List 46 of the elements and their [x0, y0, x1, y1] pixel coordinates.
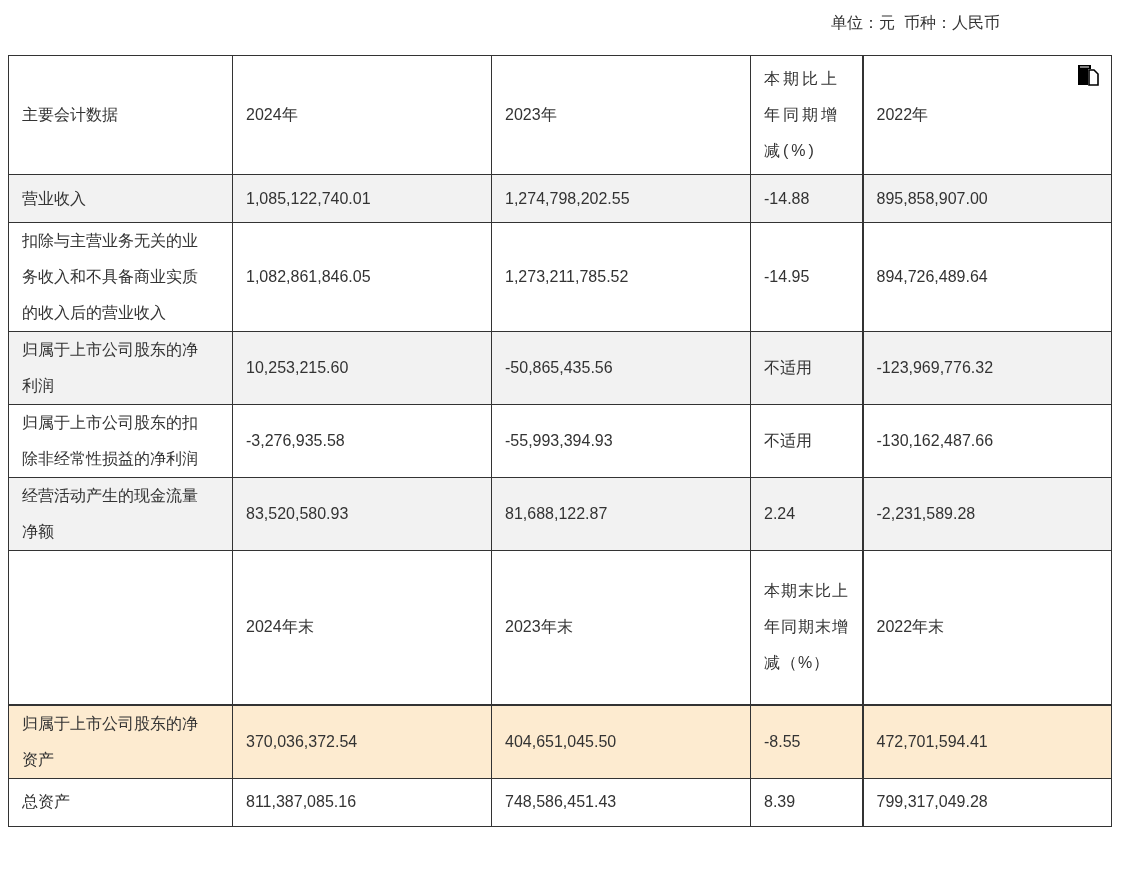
- table-cell: 1,082,861,846.05: [246, 268, 371, 285]
- table-cell: 10,253,215.60: [246, 359, 349, 376]
- column-header: 2022年: [876, 106, 929, 123]
- row-label: 归属于上市公司股东的扣除非经常性损益的净利润: [22, 414, 198, 467]
- column-header: 2024年: [246, 106, 298, 123]
- table-cell: 472,701,594.41: [876, 732, 988, 750]
- column-header: 2023年: [505, 106, 557, 123]
- table-cell: 81,688,122.87: [505, 505, 608, 522]
- row-label: 归属于上市公司股东的净利润: [22, 341, 198, 394]
- table-cell: 811,387,085.16: [246, 793, 357, 810]
- table-cell: 1,085,122,740.01: [246, 189, 371, 207]
- table-cell: -55,993,394.93: [505, 432, 613, 449]
- row-label: 总资产: [22, 793, 70, 810]
- table-cell: 404,651,045.50: [505, 732, 617, 750]
- row-label: 经营活动产生的现金流量净额: [22, 487, 198, 540]
- row-label: 扣除与主营业务无关的业务收入和不具备商业实质的收入后的营业收入: [22, 232, 198, 321]
- column-header: 本期末比上年同期末增减（%）: [764, 582, 849, 672]
- copy-icon[interactable]: [1077, 64, 1099, 86]
- table-cell: -8.55: [764, 732, 801, 750]
- unit-note: 单位：元 币种：人民币: [831, 13, 1000, 33]
- table-cell: 799,317,049.28: [876, 793, 988, 810]
- table-cell: 8.39: [764, 793, 796, 810]
- table-cell: -123,969,776.32: [876, 359, 994, 376]
- table-cell: 1,273,211,785.52: [505, 268, 629, 285]
- table-cell: 894,726,489.64: [876, 268, 988, 285]
- row-label: 归属于上市公司股东的净资产: [22, 714, 198, 768]
- column-header: 2023年末: [505, 618, 573, 636]
- table-cell: -2,231,589.28: [876, 505, 976, 522]
- table-cell: -130,162,487.66: [876, 432, 994, 449]
- table-cell: -3,276,935.58: [246, 432, 345, 449]
- table-cell: 1,274,798,202.55: [505, 189, 630, 207]
- column-header: 主要会计数据: [22, 106, 118, 123]
- table-cell: 370,036,372.54: [246, 732, 358, 750]
- table-cell: 不适用: [764, 359, 812, 376]
- table-cell: 不适用: [764, 432, 812, 449]
- row-label: 营业收入: [22, 189, 86, 207]
- table-cell: -50,865,435.56: [505, 359, 613, 376]
- table-cell: -14.88: [764, 189, 810, 207]
- table-cell: 83,520,580.93: [246, 505, 349, 522]
- table-cell: 2.24: [764, 505, 796, 522]
- table-cell: -14.95: [764, 268, 810, 285]
- table-cell: 895,858,907.00: [876, 189, 988, 207]
- table-cell: 748,586,451.43: [505, 793, 617, 810]
- column-header: 2022年末: [876, 618, 945, 636]
- column-header: 2024年末: [246, 618, 314, 636]
- column-header: 本期比上年同期增减(%): [764, 70, 840, 159]
